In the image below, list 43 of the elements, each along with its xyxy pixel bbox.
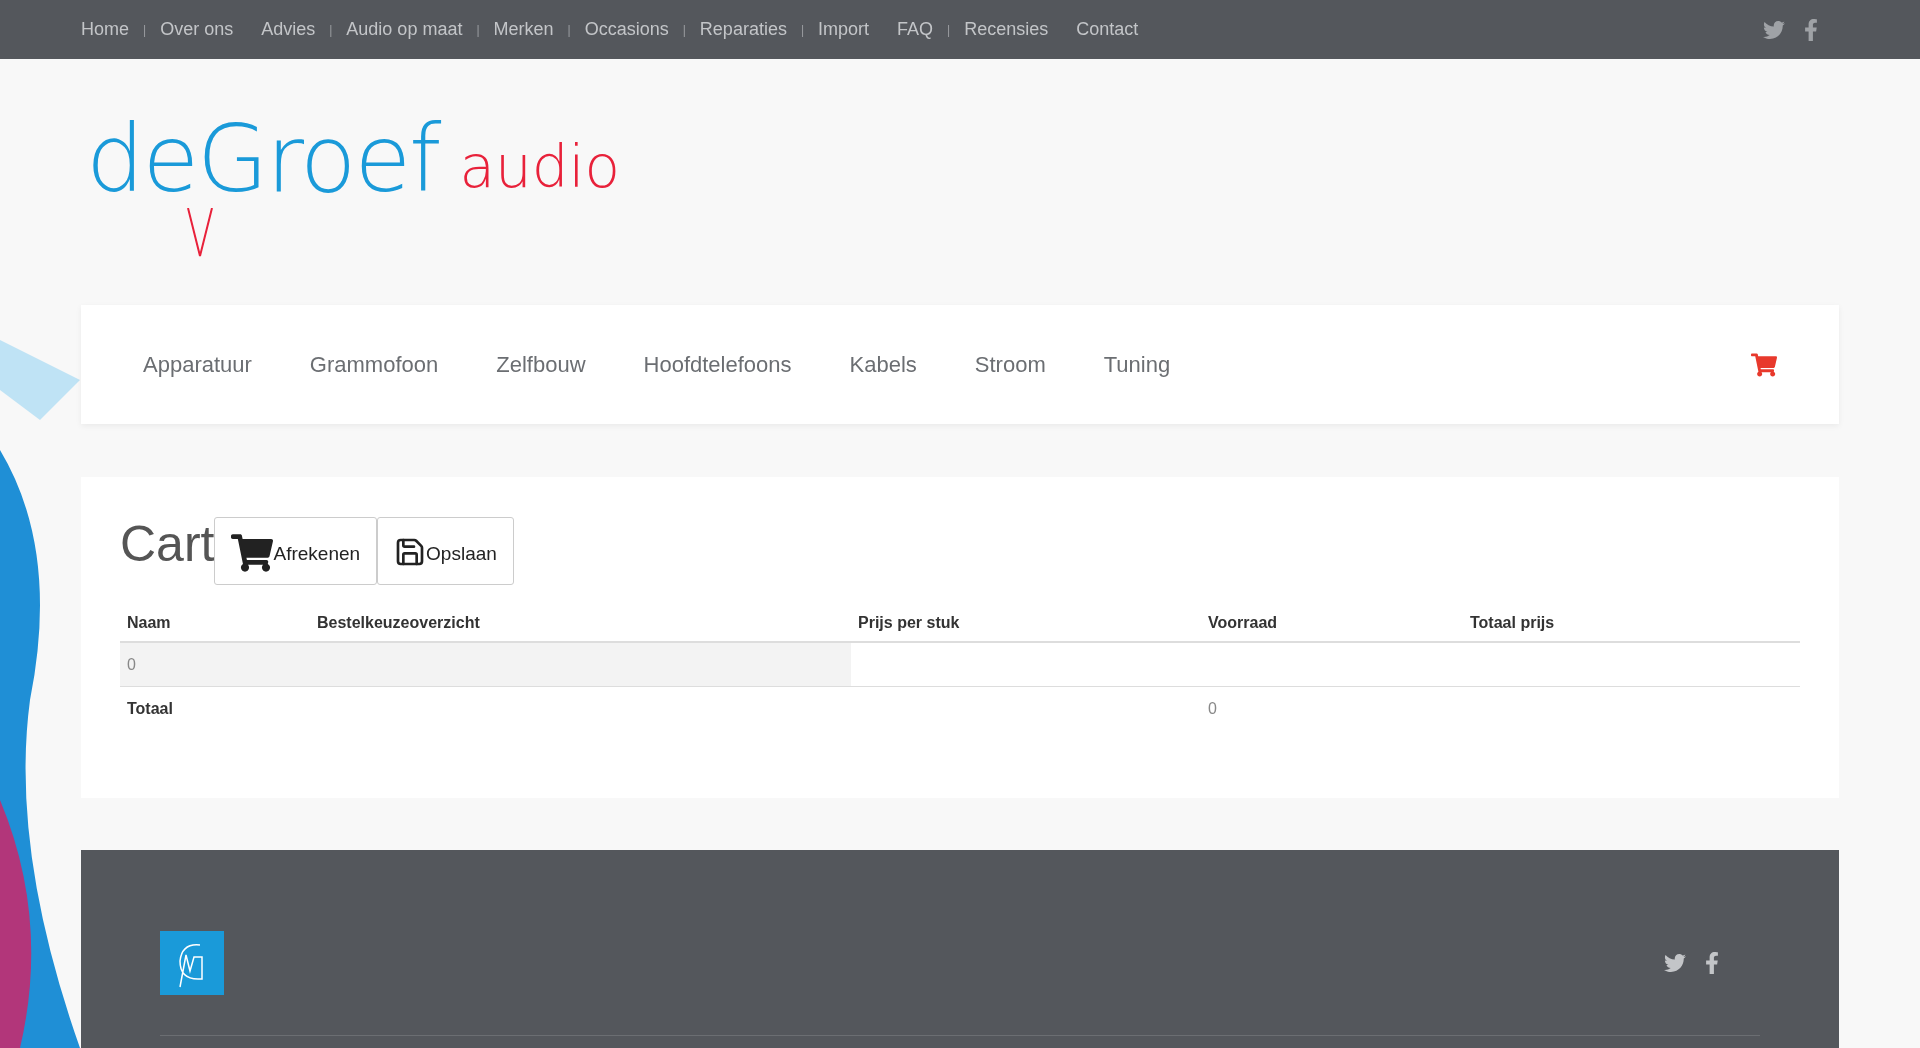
nav-separator: | xyxy=(567,21,571,39)
nav-link[interactable]: Home xyxy=(81,16,129,43)
category-link[interactable]: Zelfbouw xyxy=(496,348,586,381)
save-button[interactable]: Opslaan xyxy=(377,517,514,585)
twitter-icon[interactable] xyxy=(1664,952,1686,974)
nav-link[interactable]: FAQ xyxy=(897,16,934,43)
column-header: Totaal prijs xyxy=(1469,613,1556,633)
column-header: Voorraad xyxy=(1207,613,1279,633)
nav-separator: | xyxy=(947,21,951,39)
twitter-icon[interactable] xyxy=(1763,18,1785,41)
column-header: Naam xyxy=(126,613,172,633)
nav-separator: | xyxy=(476,21,480,39)
cart-icon xyxy=(231,534,274,572)
cart-title: Cart xyxy=(120,519,215,569)
category-link[interactable]: Apparatuur xyxy=(143,348,252,381)
nav-separator: | xyxy=(682,21,686,39)
column-header: Prijs per stuk xyxy=(857,613,961,633)
nav-separator: | xyxy=(143,21,147,39)
nav-separator: | xyxy=(800,21,805,39)
nav-link[interactable]: Audio op maat xyxy=(346,16,463,43)
category-link[interactable]: Kabels xyxy=(849,348,917,381)
nav-link[interactable]: Contact xyxy=(1076,16,1139,43)
cart-icon[interactable] xyxy=(1751,352,1777,377)
nav-link[interactable]: Import xyxy=(818,16,870,43)
total-value: 0 xyxy=(1207,699,1218,719)
table-cell: 0 xyxy=(120,643,851,686)
checkout-button[interactable]: Afrekenen xyxy=(214,517,378,585)
logo-suffix: audio xyxy=(459,138,621,196)
nav-link[interactable]: Reparaties xyxy=(699,16,787,43)
logo-icon[interactable] xyxy=(160,931,224,995)
logo-wordmark: deGroef xyxy=(86,114,440,206)
nav-link[interactable]: Advies xyxy=(261,16,316,43)
nav-link[interactable]: Occasions xyxy=(584,16,669,43)
total-label: Totaal xyxy=(126,699,174,719)
nav-link[interactable]: Merken xyxy=(493,16,554,43)
category-link[interactable]: Hoofdtelefoons xyxy=(643,348,792,381)
nav-link[interactable]: Recensies xyxy=(964,16,1049,43)
category-link[interactable]: Tuning xyxy=(1103,348,1171,381)
column-header: Bestelkeuzeoverzicht xyxy=(316,613,481,633)
nav-link[interactable]: Over ons xyxy=(160,16,234,43)
category-link[interactable]: Stroom xyxy=(974,348,1046,381)
category-link[interactable]: Grammofoon xyxy=(309,348,439,381)
nav-separator: | xyxy=(329,21,333,39)
